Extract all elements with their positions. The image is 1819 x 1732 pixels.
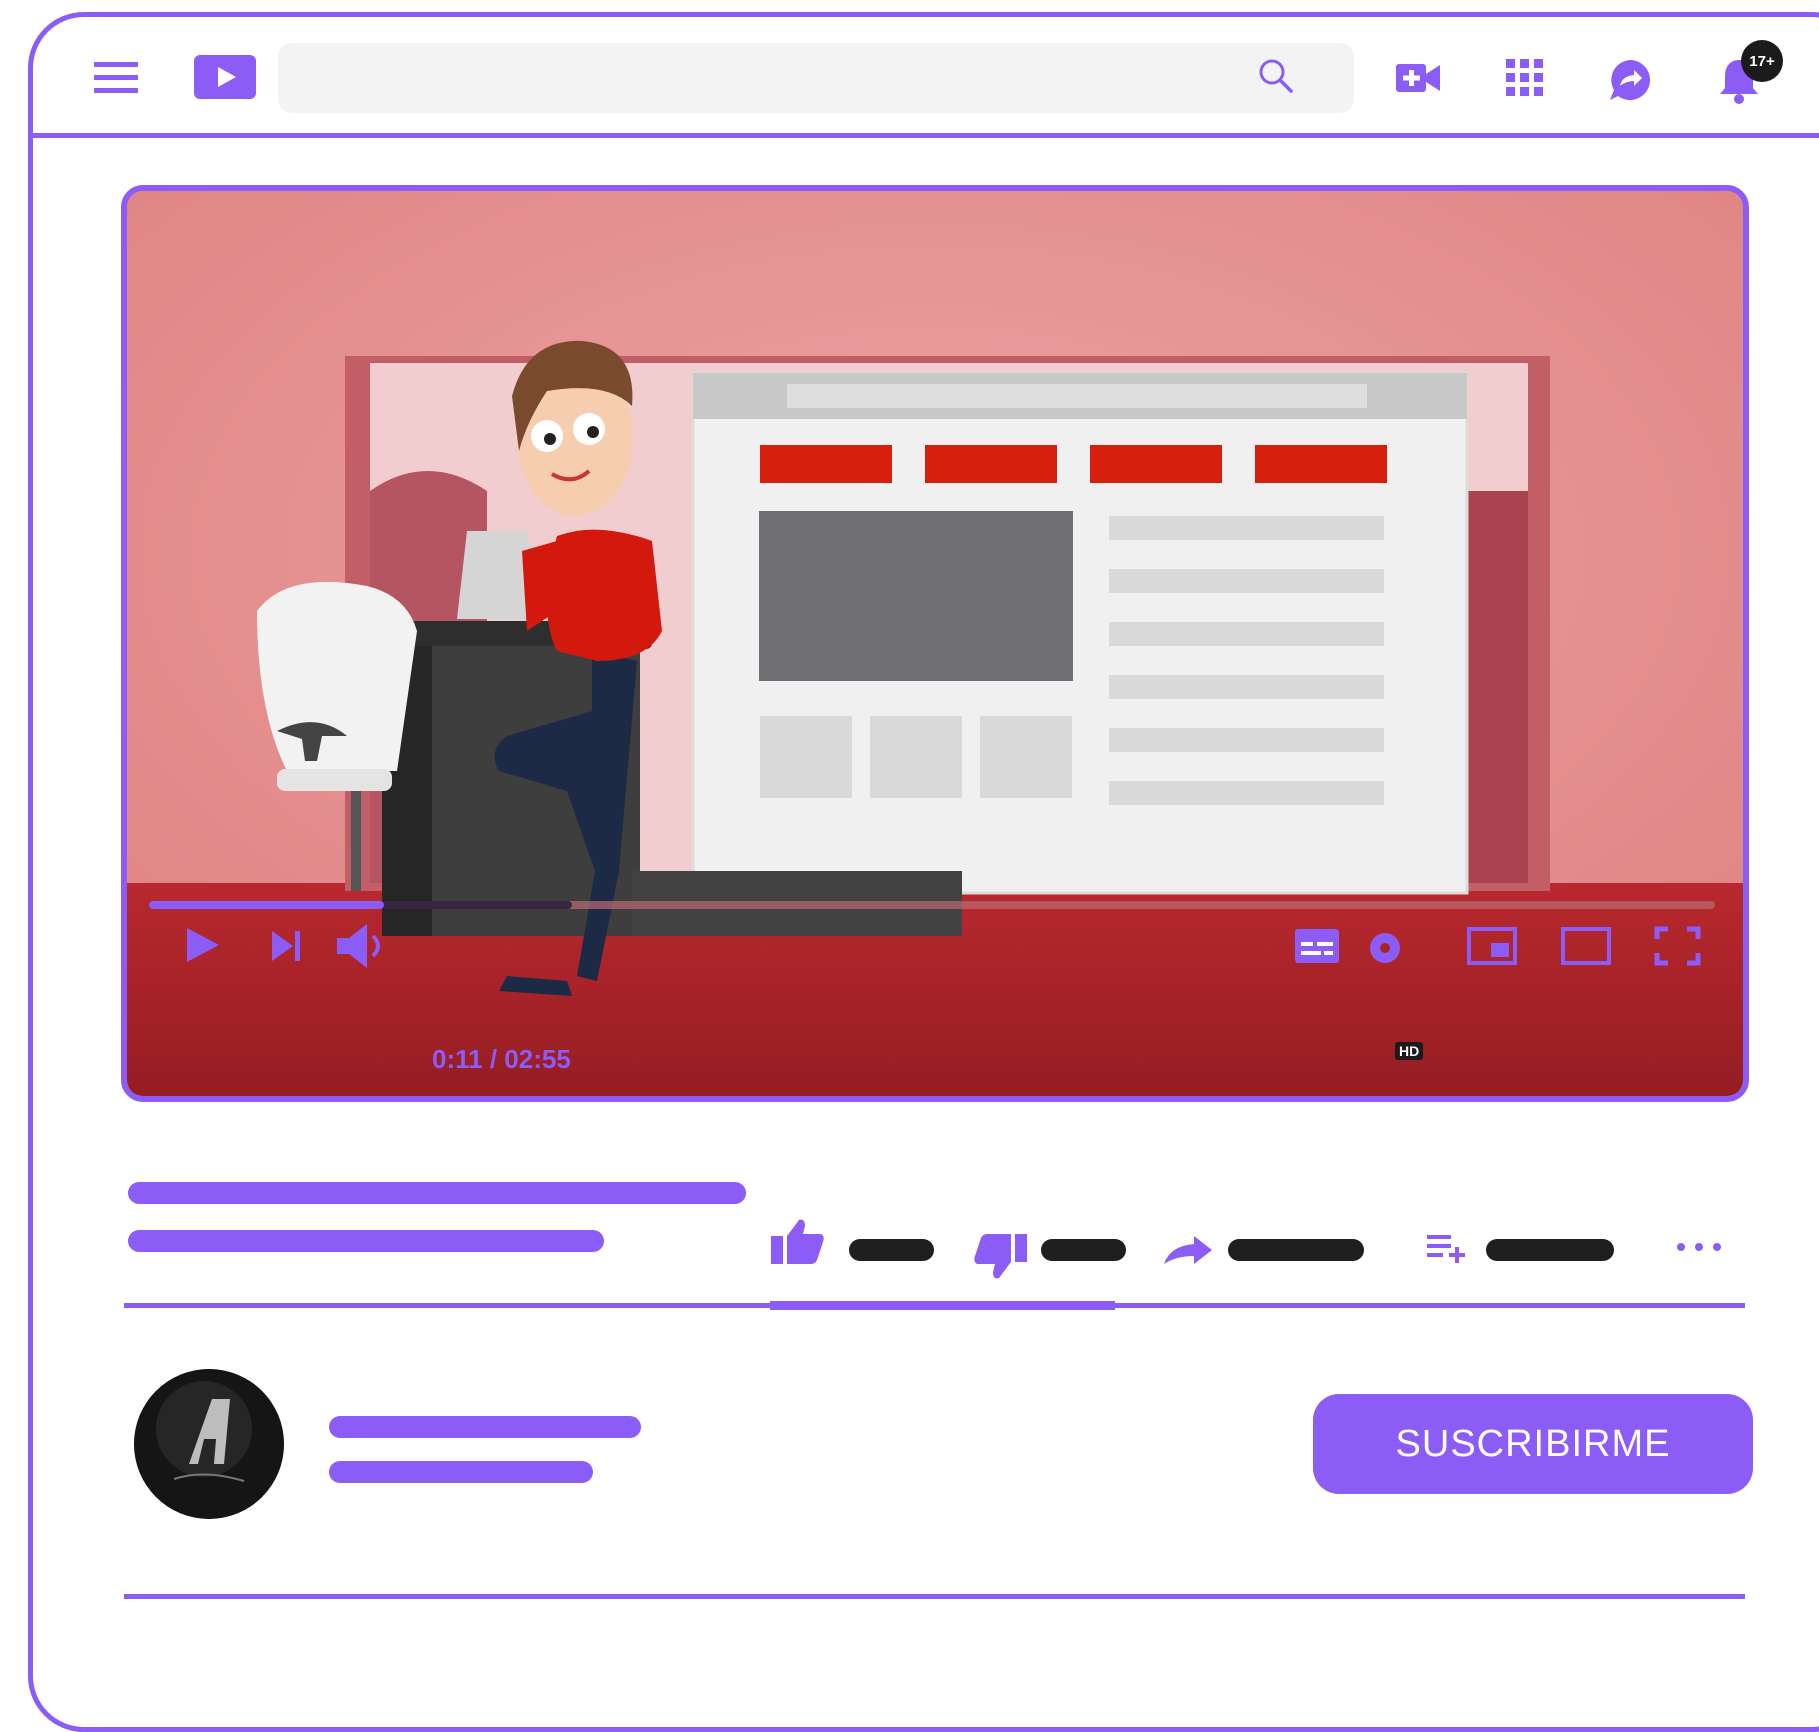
search-bar[interactable]: [278, 43, 1354, 113]
share-icon[interactable]: [1162, 1234, 1214, 1266]
subscribe-button[interactable]: SUSCRIBIRME: [1313, 1394, 1753, 1494]
bottom-divider: [124, 1594, 1745, 1599]
played-track: [149, 901, 384, 909]
video-camera-plus-icon[interactable]: [1396, 62, 1440, 94]
avatar[interactable]: [134, 1369, 284, 1519]
channel-name-line: [329, 1416, 641, 1438]
channel-logo-icon: [134, 1369, 284, 1519]
time-display: 0:11 / 02:55: [432, 1044, 571, 1074]
notification-badge: 17+: [1741, 40, 1783, 82]
video-title-line: [128, 1182, 746, 1204]
thumbs-down-icon[interactable]: [973, 1234, 1027, 1280]
add-to-playlist-icon[interactable]: [1427, 1233, 1469, 1263]
thumbs-up-icon[interactable]: [771, 1218, 825, 1264]
hamburger-menu-icon[interactable]: [94, 62, 138, 94]
video-frame-illustration: [127, 191, 1743, 1096]
save-label: [1486, 1239, 1614, 1261]
play-logo-icon[interactable]: [194, 55, 256, 99]
settings-icon: [1370, 933, 1400, 963]
video-meta-line: [128, 1230, 604, 1252]
video-player[interactable]: 0:11 / 02:55 HD: [121, 185, 1749, 1102]
subscriber-count-line: [329, 1461, 593, 1483]
dislike-count: [1041, 1239, 1126, 1261]
share-chat-icon[interactable]: [1608, 58, 1652, 102]
hd-badge: HD: [1395, 1042, 1424, 1060]
share-label: [1228, 1239, 1364, 1261]
more-icon[interactable]: [1676, 1242, 1722, 1252]
grid-apps-icon[interactable]: [1506, 59, 1544, 97]
header-divider: [32, 133, 1819, 138]
like-ratio-bar: [770, 1301, 1115, 1310]
search-icon[interactable]: [1258, 58, 1294, 94]
like-count: [849, 1239, 934, 1261]
subtitles-icon: [1295, 929, 1339, 963]
